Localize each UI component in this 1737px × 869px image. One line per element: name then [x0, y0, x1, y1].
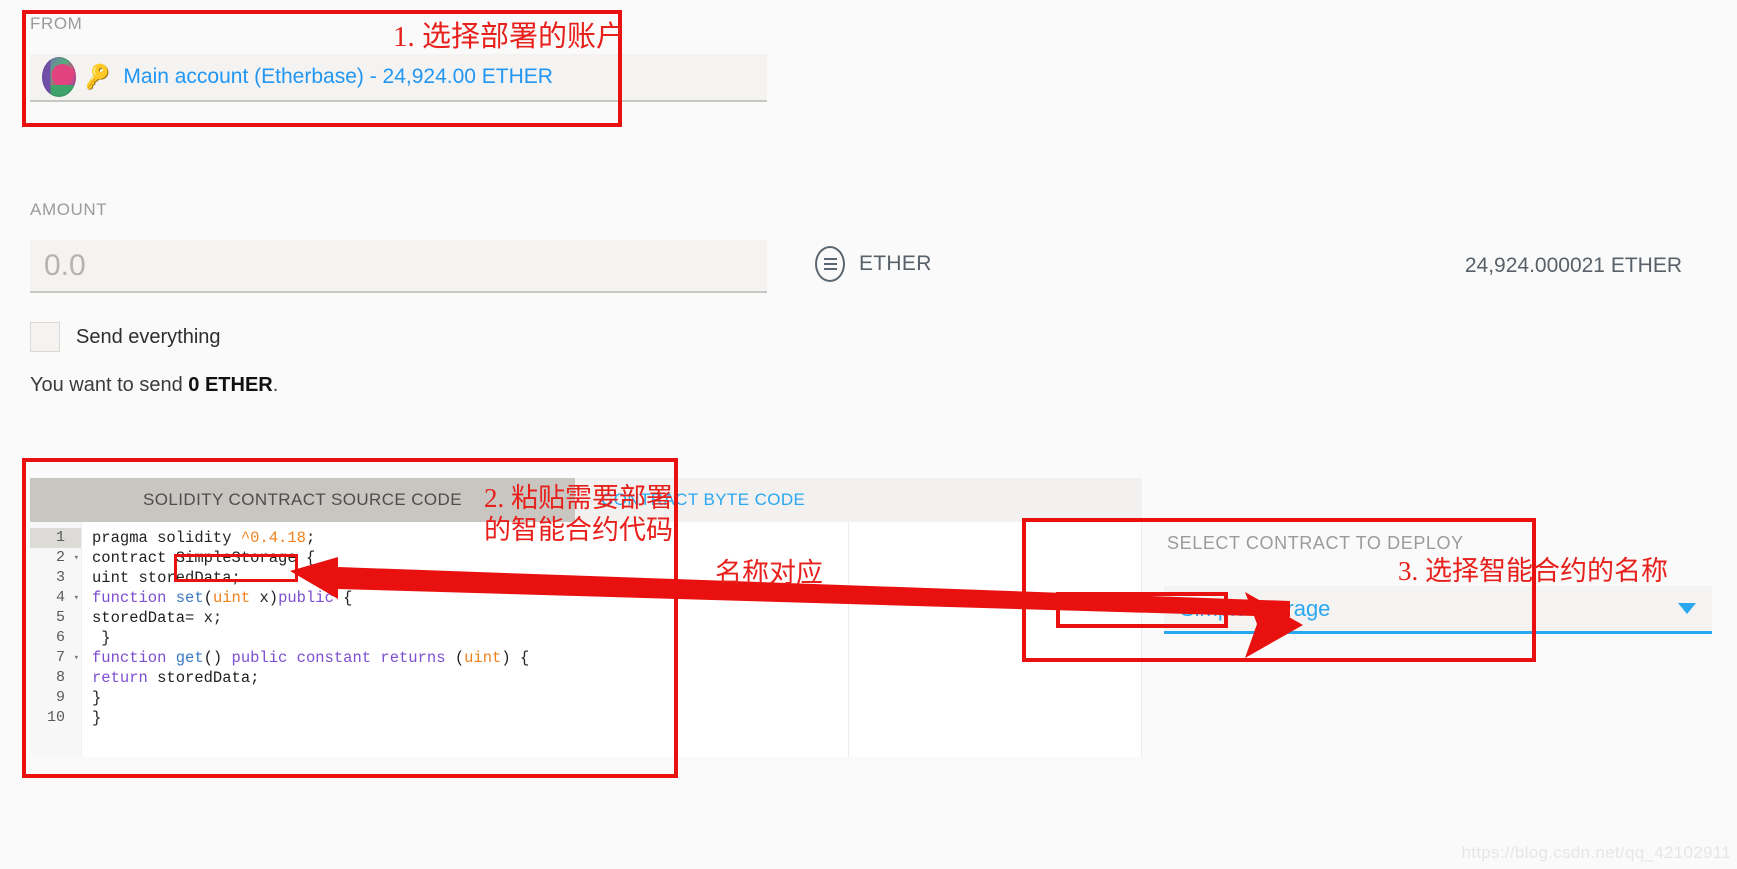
line-number: 9 — [55, 689, 65, 706]
code-line: pragma solidity ^0.4.18; — [92, 528, 848, 548]
code-token: ^0.4.18 — [240, 529, 306, 547]
account-balance: 24,924.000021 ETHER — [1464, 254, 1682, 277]
chevron-down-icon[interactable] — [1678, 603, 1696, 614]
summary-suffix: . — [272, 374, 279, 396]
fold-toggle-icon[interactable]: ▾ — [74, 648, 79, 668]
code-token: uint storedData; — [92, 569, 241, 587]
line-number: 7 ▾ — [55, 648, 79, 668]
line-number: 6 — [55, 629, 65, 646]
code-token: } — [92, 629, 111, 647]
summary-amount: 0 ETHER — [188, 374, 273, 396]
code-token: get — [175, 649, 204, 667]
send-summary: You want to send 0 ETHER. — [30, 374, 1710, 397]
ether-unit-icon — [815, 246, 845, 282]
code-token: ( — [203, 589, 213, 607]
line-number: 2 ▾ — [55, 548, 79, 568]
code-token: () — [203, 649, 232, 667]
code-token: contract — [92, 549, 176, 567]
select-contract-label: SELECT CONTRACT TO DEPLOY — [1167, 533, 1464, 553]
code-token: set — [175, 589, 204, 607]
line-number: 4 ▾ — [55, 588, 79, 608]
annotation-match: 名称对应 — [715, 558, 823, 588]
code-token: return — [92, 669, 148, 687]
unit-label: ETHER — [859, 252, 932, 275]
line-number: 10 — [46, 709, 65, 726]
unit-selector[interactable]: ETHER — [815, 246, 932, 282]
from-account-select[interactable]: 🔑 Main account (Etherbase) - 24,924.00 E… — [30, 54, 767, 102]
code-token: storedData= x; — [92, 609, 223, 627]
line-number: 1 — [30, 528, 81, 548]
line-number-gutter: 1 2 ▾ 3 4 ▾ 5 6 7 ▾ 8 9 10 — [30, 522, 82, 757]
key-icon: 🔑 — [81, 61, 114, 92]
line-number: 8 — [55, 669, 65, 686]
from-account-label: Main account (Etherbase) - 24,924.00 ETH… — [123, 65, 553, 88]
line-number: 5 — [55, 609, 65, 626]
amount-row: ETHER 24,924.000021 ETHER — [30, 240, 1710, 300]
annotation-step2: 2. 粘贴需要部署 的智能合约代码 — [484, 483, 673, 545]
summary-prefix: You want to send — [30, 374, 189, 396]
fold-toggle-icon[interactable]: ▾ — [74, 588, 79, 608]
code-token: x) — [250, 589, 279, 607]
watermark: https://blog.csdn.net/qq_42102911 — [1461, 843, 1731, 862]
code-token: public — [231, 649, 288, 667]
annotation-arrow-head-right — [1245, 592, 1303, 658]
code-line: } — [92, 688, 848, 708]
account-identicon — [42, 57, 76, 97]
fold-toggle-icon[interactable]: ▾ — [74, 548, 79, 568]
amount-label: AMOUNT — [30, 200, 108, 219]
code-token: ; — [305, 529, 316, 547]
send-everything-label: Send everything — [76, 325, 221, 348]
code-token: pragma solidity — [92, 529, 241, 547]
code-token: } — [92, 689, 102, 707]
code-line: } — [92, 708, 848, 728]
line-number: 3 — [55, 569, 65, 586]
amount-section: AMOUNT ETHER 24,924.000021 ETHER Send ev… — [30, 200, 1710, 397]
send-everything-row[interactable]: Send everything — [30, 322, 1710, 352]
code-token: } — [92, 709, 102, 727]
amount-input[interactable] — [30, 240, 767, 293]
send-everything-checkbox[interactable] — [30, 322, 60, 352]
code-token: function — [92, 649, 176, 667]
code-token: storedData; — [147, 669, 260, 687]
annotation-step1: 1. 选择部署的账户 — [393, 21, 626, 53]
code-token: function — [92, 589, 176, 607]
annotation-step3: 3. 选择智能合约的名称 — [1398, 556, 1668, 586]
code-token: SimpleStorage — [175, 549, 297, 567]
code-token: uint — [212, 589, 251, 607]
